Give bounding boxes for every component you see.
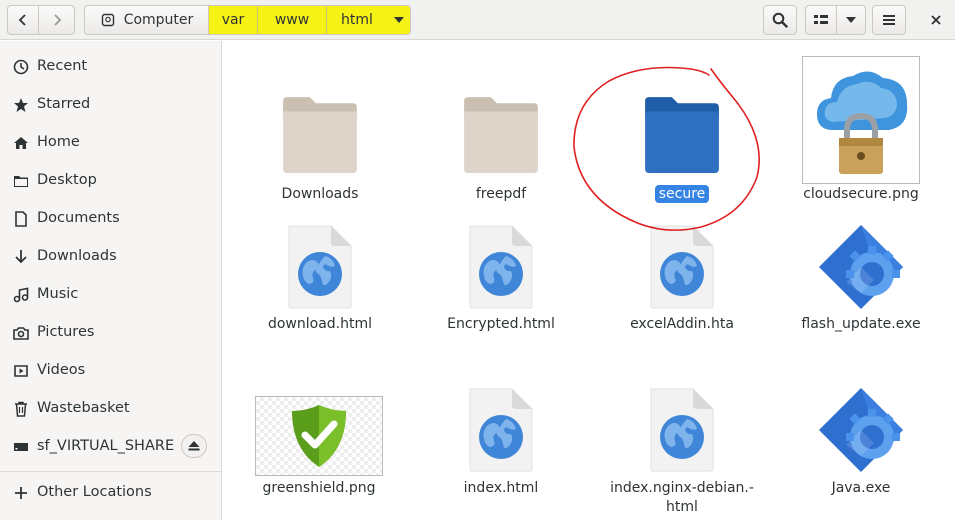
sidebar-item-label: Music: [37, 286, 79, 302]
search-icon: [772, 12, 788, 28]
sidebar-item-pictures[interactable]: Pictures: [0, 315, 221, 349]
star-icon: [12, 96, 29, 113]
folder-icon: [12, 172, 29, 189]
sidebar-item-label: Pictures: [37, 324, 95, 340]
clock-icon: [12, 58, 29, 75]
sidebar-item-label: Recent: [37, 58, 88, 74]
folder-icon: [607, 93, 757, 175]
crumb-label-html: html: [341, 12, 373, 28]
sidebar-item-label: Home: [37, 134, 80, 150]
sidebar-item-other-locations[interactable]: Other Locations: [0, 475, 221, 509]
crumb-computer[interactable]: Computer: [85, 6, 207, 34]
crumb-var[interactable]: var: [209, 6, 257, 34]
crumb-label-var: var: [221, 12, 245, 28]
file-name: freepdf: [475, 186, 527, 202]
file-grid: Downloads freepdf secure cloudsecure.png…: [223, 41, 955, 520]
home-icon: [12, 134, 29, 151]
close-icon: [931, 15, 941, 25]
sidebar-item-label: Videos: [37, 362, 86, 378]
file-name: Java.exe: [831, 480, 891, 496]
file-name: flash_update.exe: [801, 316, 921, 332]
file-name: greenshield.png: [262, 480, 376, 496]
camera-icon: [12, 324, 29, 341]
html-file-icon: [607, 224, 757, 310]
sidebar-item-sf-virtual-share[interactable]: sf_VIRTUAL_SHARE: [0, 429, 221, 463]
sidebar-item-label: sf_VIRTUAL_SHARE: [37, 438, 175, 454]
file-name: secure: [607, 185, 757, 204]
triangle-down-icon: [393, 17, 404, 23]
sidebar-item-downloads[interactable]: Downloads: [0, 239, 221, 273]
triangle-down-icon: [846, 17, 856, 23]
crumb-html[interactable]: html: [327, 6, 387, 34]
html-file-icon: [426, 224, 576, 310]
trash-icon: [12, 400, 29, 417]
download-icon: [12, 248, 29, 265]
crumb-www[interactable]: www: [258, 6, 326, 34]
executable-icon: [786, 222, 936, 312]
sidebar-item-wastebasket[interactable]: Wastebasket: [0, 391, 221, 425]
sidebar-item-label: Documents: [37, 210, 120, 226]
sidebar: Recent Starred Home Desktop Documents Do…: [0, 41, 222, 520]
file-name: Encrypted.html: [447, 316, 555, 332]
chevron-left-icon: [18, 14, 26, 26]
eject-button[interactable]: [181, 434, 207, 458]
executable-icon: [786, 385, 936, 475]
forward-button[interactable]: [38, 5, 75, 35]
file-name: cloudsecure.png: [803, 186, 919, 202]
view-mode-button[interactable]: [805, 5, 837, 35]
file-name: download.html: [267, 316, 373, 332]
main-menu-button[interactable]: [872, 5, 906, 35]
path-bar: Computer var www html: [84, 5, 411, 35]
image-thumbnail: [244, 396, 394, 476]
file-name: index.nginx-debian.-: [610, 480, 754, 496]
plus-icon: [12, 484, 29, 501]
sidebar-item-label: Starred: [37, 96, 91, 112]
sidebar-item-music[interactable]: Music: [0, 277, 221, 311]
sidebar-item-videos[interactable]: Videos: [0, 353, 221, 387]
list-view-icon: [814, 15, 828, 24]
html-file-icon: [426, 387, 576, 473]
file-name: index.html: [463, 480, 539, 496]
crumb-label-www: www: [274, 12, 310, 28]
sidebar-item-documents[interactable]: Documents: [0, 201, 221, 235]
file-name: excelAddin.hta: [630, 316, 734, 332]
html-file-icon: [607, 387, 757, 473]
close-window-button[interactable]: [925, 9, 947, 31]
folder-icon: [245, 93, 395, 175]
sidebar-item-recent[interactable]: Recent: [0, 49, 221, 83]
file-name-line2: html: [666, 499, 698, 515]
search-button[interactable]: [763, 5, 797, 35]
html-file-icon: [245, 224, 395, 310]
view-options-button[interactable]: [836, 5, 866, 35]
music-icon: [12, 286, 29, 303]
back-button[interactable]: [7, 5, 39, 35]
crumb-label-computer: Computer: [123, 12, 194, 28]
cloud-lock-icon: [802, 56, 920, 184]
hamburger-icon: [883, 15, 895, 25]
folder-icon: [426, 93, 576, 175]
file-name: Downloads: [281, 186, 359, 202]
sidebar-item-desktop[interactable]: Desktop: [0, 163, 221, 197]
selected-name-label: secure: [654, 185, 710, 203]
sidebar-divider: [0, 471, 221, 472]
chevron-right-icon: [53, 14, 61, 26]
sidebar-item-label: Downloads: [37, 248, 117, 264]
sidebar-item-label: Wastebasket: [37, 400, 130, 416]
header-bar: Computer var www html: [0, 0, 955, 40]
video-icon: [12, 362, 29, 379]
sidebar-item-label: Other Locations: [37, 484, 152, 500]
shield-check-icon: [255, 396, 383, 476]
sidebar-item-starred[interactable]: Starred: [0, 87, 221, 121]
eject-icon: [188, 441, 200, 451]
document-icon: [12, 210, 29, 227]
drive-icon: [101, 13, 114, 27]
sidebar-item-home[interactable]: Home: [0, 125, 221, 159]
drive-icon: [12, 438, 29, 455]
image-thumbnail: [786, 56, 936, 184]
sidebar-item-label: Desktop: [37, 172, 97, 188]
path-dropdown-button[interactable]: [387, 6, 410, 34]
